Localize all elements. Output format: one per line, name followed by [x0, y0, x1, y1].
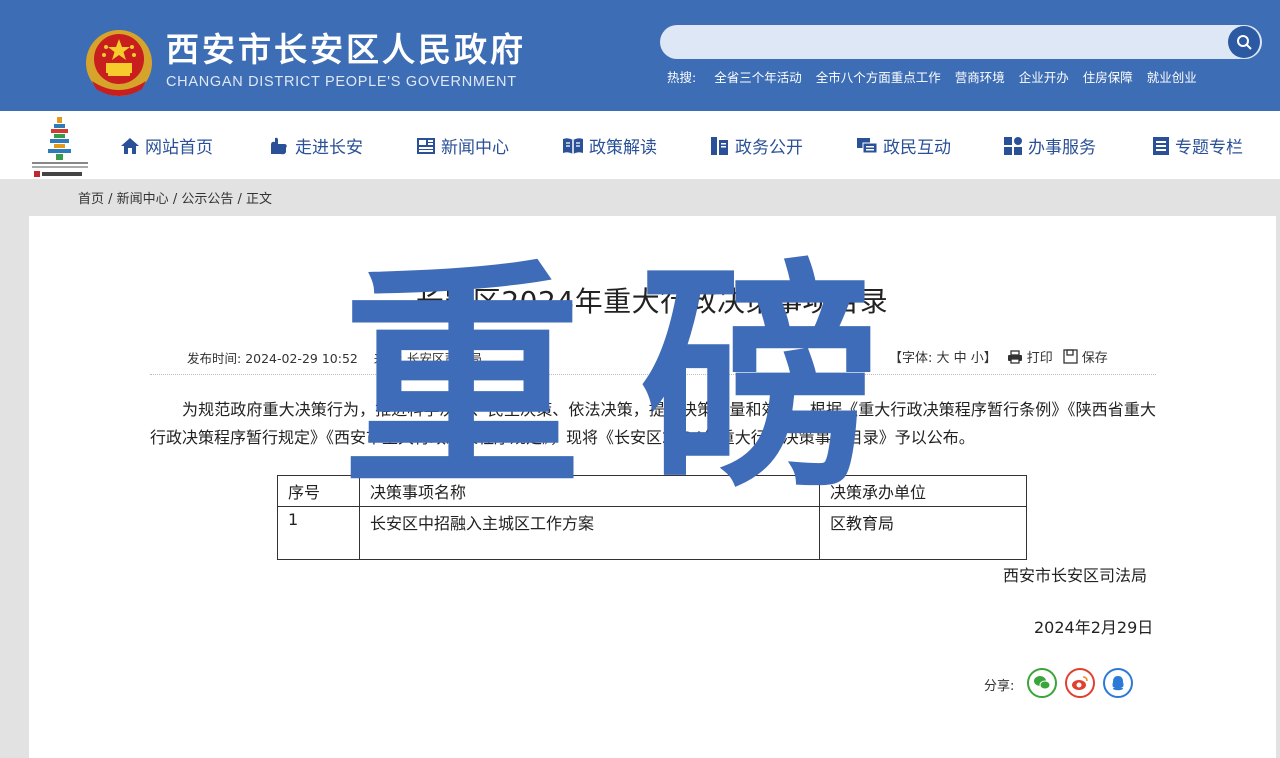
hand-icon — [271, 137, 287, 154]
table-header-row: 序号 决策事项名称 决策承办单位 — [277, 475, 1027, 507]
nav-label: 办事服务 — [1028, 138, 1096, 158]
save-icon — [1063, 349, 1078, 364]
share-qq-button[interactable] — [1103, 668, 1133, 698]
font-size-control[interactable]: 【字体: 大 中 小】 — [889, 347, 997, 366]
table-cell: 长安区中招融入主城区工作方案 — [359, 506, 820, 560]
printer-icon — [1007, 349, 1022, 364]
hot-link[interactable]: 住房保障 — [1083, 67, 1133, 86]
hot-link[interactable]: 全市八个方面重点工作 — [816, 67, 941, 86]
weibo-icon — [1072, 676, 1088, 690]
breadcrumb-announcements[interactable]: 公示公告 — [181, 192, 233, 207]
article-paragraph: 为规范政府重大决策行为，推进科学决策、民主决策、依法决策，提高决策质量和效率，根… — [150, 400, 1156, 447]
home-icon — [121, 137, 139, 154]
breadcrumb: 首页 / 新闻中心 / 公示公告 / 正文 — [78, 192, 273, 207]
share-label: 分享: — [984, 679, 1015, 694]
hot-search-label: 热搜: — [667, 70, 697, 85]
breadcrumb-home[interactable]: 首页 — [78, 192, 104, 207]
site-title: 西安市长安区人民政府 — [166, 30, 526, 69]
save-button[interactable]: 保存 — [1063, 347, 1108, 366]
article-tools: 【字体: 大 中 小】 打印 保存 — [889, 347, 1108, 366]
nav-label: 网站首页 — [145, 138, 213, 158]
publish-label: 发布时间: — [187, 351, 242, 366]
hot-link[interactable]: 企业开办 — [1019, 67, 1069, 86]
nav-item-news[interactable]: 新闻中心 — [416, 133, 509, 158]
meta-divider — [150, 374, 1156, 375]
nav-item-services[interactable]: 办事服务 — [1003, 133, 1096, 158]
breadcrumb-news[interactable]: 新闻中心 — [117, 192, 169, 207]
nav-item-home[interactable]: 网站首页 — [120, 133, 213, 158]
search-button[interactable] — [1228, 26, 1260, 58]
nav-item-policy[interactable]: 政策解读 — [562, 133, 657, 158]
nav-item-about[interactable]: 走进长安 — [268, 133, 363, 158]
table-header-cell: 决策承办单位 — [819, 475, 1027, 507]
main-nav: 网站首页 走进长安 新闻中心 政策解读 政务公开 政民互动 办事服务 专题专栏 — [0, 111, 1280, 179]
save-label: 保存 — [1081, 351, 1108, 366]
nav-item-interaction[interactable]: 政民互动 — [856, 133, 951, 158]
newspaper-icon — [417, 137, 435, 154]
book-icon — [563, 137, 583, 154]
changan-logo-icon — [32, 117, 88, 177]
print-button[interactable]: 打印 — [1007, 347, 1053, 366]
nav-label: 政策解读 — [589, 138, 657, 158]
qq-icon — [1112, 676, 1124, 691]
article-title: 长安区2024年重大行政决策事项目录 — [415, 285, 889, 318]
nav-label: 政务公开 — [735, 138, 803, 158]
breadcrumb-current: 正文 — [246, 192, 273, 207]
nav-item-government-affairs[interactable]: 政务公开 — [710, 133, 803, 158]
table-cell: 区教育局 — [819, 506, 1027, 560]
signature-org: 西安市长安区司法局 — [1003, 566, 1148, 585]
table-header-cell: 序号 — [277, 475, 360, 507]
publish-time: 2024-02-29 10:52 — [245, 351, 358, 366]
national-emblem-icon — [86, 30, 152, 96]
hot-search-row: 热搜: 全省三个年活动 全市八个方面重点工作 营商环境 企业开办 住房保障 就业… — [667, 67, 1197, 86]
table-header-cell: 决策事项名称 — [359, 475, 820, 507]
chat-icon — [857, 137, 878, 153]
nav-label: 专题专栏 — [1175, 138, 1243, 158]
table-row: 1 长安区中招融入主城区工作方案 区教育局 — [277, 506, 1027, 560]
print-label: 打印 — [1026, 351, 1053, 366]
nav-label: 新闻中心 — [441, 138, 509, 158]
source-value: 长安区司法局 — [406, 351, 482, 366]
search-box — [660, 25, 1262, 59]
source-label: 来源: — [373, 351, 403, 366]
table-cell: 1 — [277, 506, 360, 560]
nav-item-special-topics[interactable]: 专题专栏 — [1152, 133, 1243, 158]
document-icon — [711, 136, 728, 155]
nav-label: 政民互动 — [883, 138, 951, 158]
grid-icon — [1004, 136, 1022, 155]
share-weibo-button[interactable] — [1065, 668, 1095, 698]
article-meta: 发布时间: 2024-02-29 10:52 来源: 长安区司法局 — [187, 348, 482, 367]
wechat-icon — [1034, 676, 1051, 690]
hot-link[interactable]: 营商环境 — [955, 67, 1005, 86]
search-icon — [1237, 35, 1252, 50]
signature-date: 2024年2月29日 — [1034, 618, 1154, 637]
share-wechat-button[interactable] — [1027, 668, 1057, 698]
nav-label: 走进长安 — [295, 138, 363, 158]
search-input[interactable] — [678, 25, 1218, 59]
list-icon — [1153, 136, 1169, 155]
hot-link[interactable]: 全省三个年活动 — [714, 67, 802, 86]
site-subtitle: CHANGAN DISTRICT PEOPLE'S GOVERNMENT — [166, 74, 517, 90]
site-header: 西安市长安区人民政府 CHANGAN DISTRICT PEOPLE'S GOV… — [0, 0, 1280, 111]
decisions-table: 序号 决策事项名称 决策承办单位 1 长安区中招融入主城区工作方案 区教育局 — [277, 475, 1027, 560]
hot-link[interactable]: 就业创业 — [1147, 67, 1197, 86]
